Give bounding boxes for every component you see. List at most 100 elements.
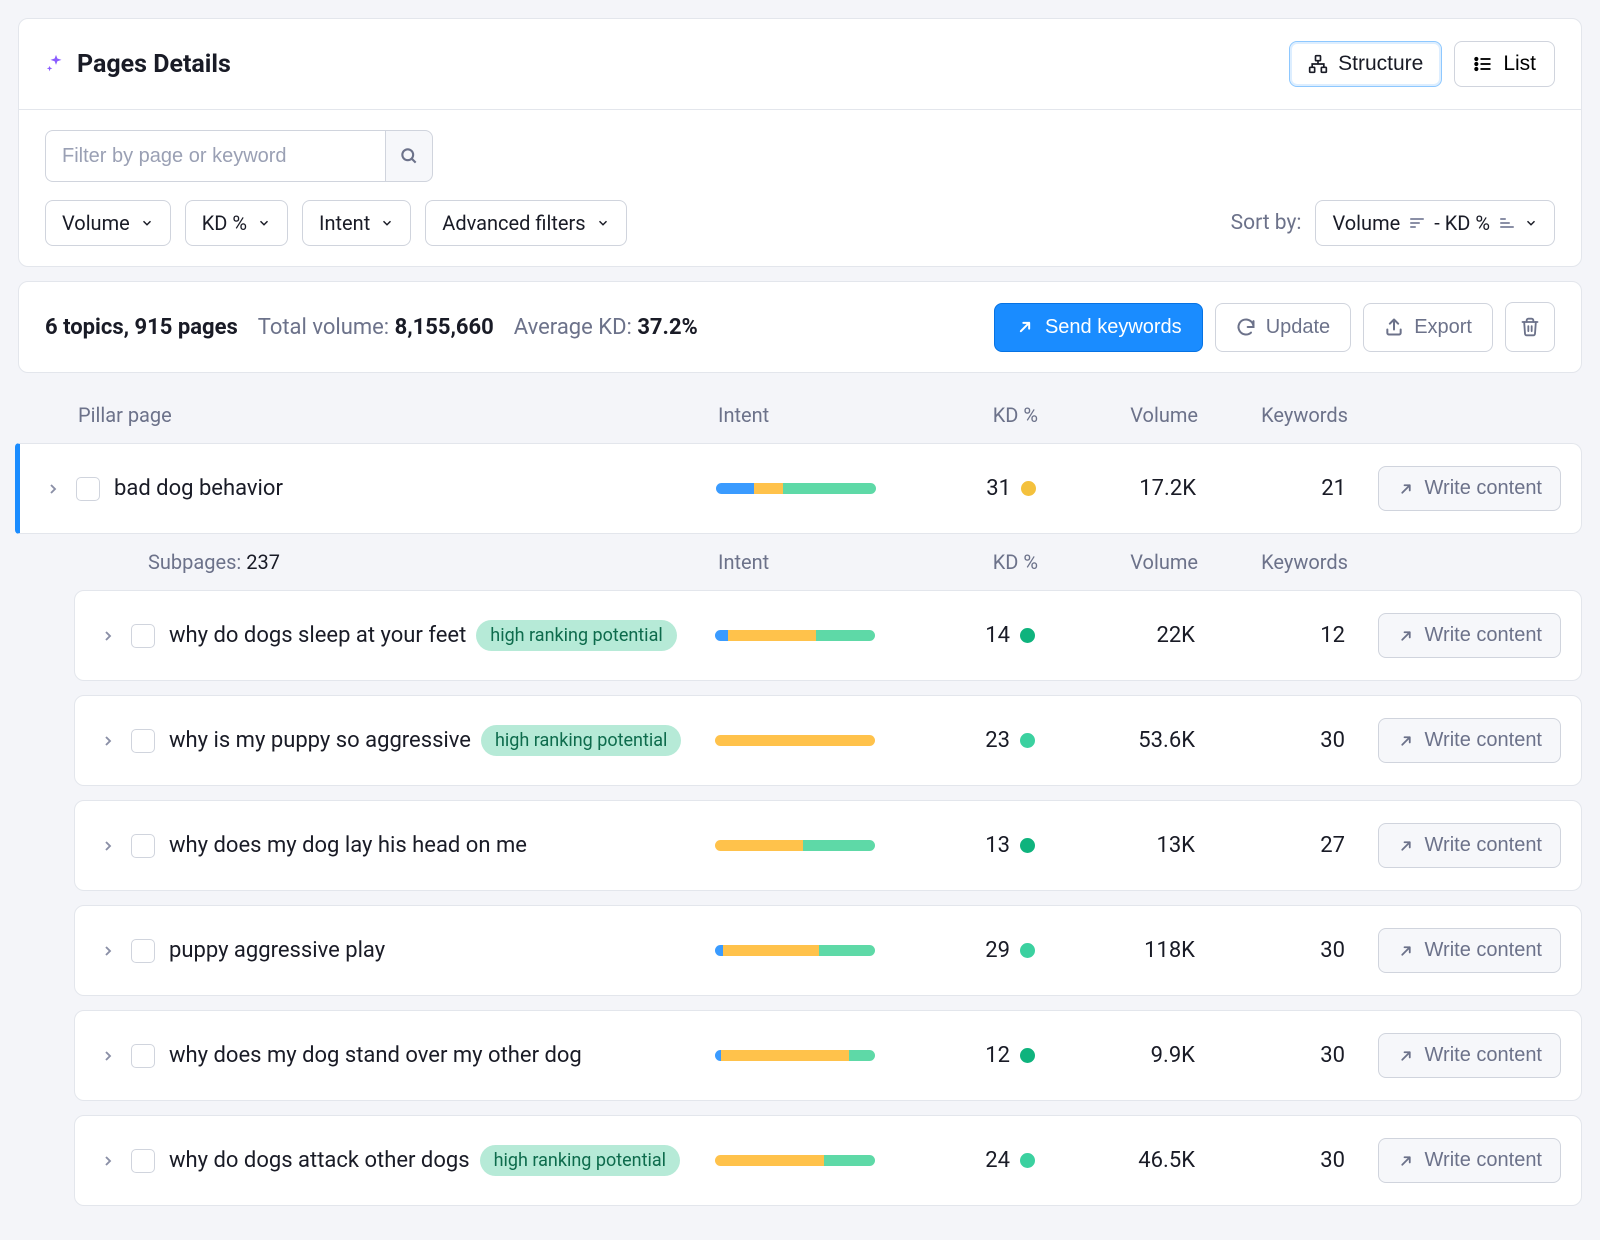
write-icon: [1397, 627, 1415, 645]
col-header-volume: Volume: [1038, 403, 1198, 427]
expand-toggle[interactable]: [95, 838, 121, 854]
kd-value: 29: [985, 938, 1010, 963]
subpage-name: puppy aggressive play: [169, 938, 385, 963]
kd-dot: [1020, 1048, 1035, 1063]
write-content-button[interactable]: Write content: [1378, 928, 1561, 973]
write-content-button[interactable]: Write content: [1378, 466, 1561, 511]
write-content-button[interactable]: Write content: [1378, 1138, 1561, 1183]
write-content-button[interactable]: Write content: [1378, 1033, 1561, 1078]
volume-value: 9.9K: [1035, 1043, 1195, 1068]
sort-asc-icon: [1500, 218, 1514, 228]
row-checkbox[interactable]: [76, 477, 100, 501]
filter-chip-intent[interactable]: Intent: [302, 200, 411, 246]
delete-button[interactable]: [1505, 302, 1555, 352]
subpage-row[interactable]: why do dogs attack other dogshigh rankin…: [74, 1115, 1582, 1206]
ranking-tag: high ranking potential: [476, 620, 676, 651]
col-header-page: Pillar page: [78, 403, 718, 427]
stats-summary: 6 topics, 915 pages Total volume: 8,155,…: [45, 315, 698, 340]
expand-toggle[interactable]: [95, 943, 121, 959]
row-checkbox[interactable]: [131, 834, 155, 858]
subpage-name: why is my puppy so aggressive: [169, 728, 471, 753]
col-header-kd: KD %: [918, 403, 1038, 427]
sub-col-keywords: Keywords: [1198, 550, 1348, 574]
send-keywords-button[interactable]: Send keywords: [994, 303, 1203, 352]
sort-dropdown[interactable]: Volume - KD %: [1315, 200, 1555, 246]
intent-bar: [715, 735, 875, 746]
write-icon: [1397, 732, 1415, 750]
write-content-button[interactable]: Write content: [1378, 613, 1561, 658]
chevron-down-icon: [1524, 216, 1538, 230]
intent-bar: [715, 630, 875, 641]
sub-col-kd: KD %: [918, 550, 1038, 574]
keywords-value: 30: [1195, 1148, 1345, 1173]
volume-value: 53.6K: [1035, 728, 1195, 753]
volume-value: 13K: [1035, 833, 1195, 858]
volume-value: 17.2K: [1036, 476, 1196, 501]
col-header-keywords: Keywords: [1198, 403, 1348, 427]
keywords-value: 21: [1196, 476, 1346, 501]
search-icon: [399, 146, 419, 166]
kd-value: 23: [985, 728, 1010, 753]
row-checkbox[interactable]: [131, 939, 155, 963]
kd-dot: [1020, 1153, 1035, 1168]
intent-bar: [715, 1155, 875, 1166]
expand-toggle[interactable]: [95, 1153, 121, 1169]
send-icon: [1015, 317, 1035, 337]
search-button[interactable]: [385, 130, 433, 182]
subpage-name: why does my dog lay his head on me: [169, 833, 527, 858]
kd-value: 14: [985, 623, 1010, 648]
chevron-down-icon: [380, 216, 394, 230]
write-content-button[interactable]: Write content: [1378, 718, 1561, 763]
write-icon: [1397, 837, 1415, 855]
row-checkbox[interactable]: [131, 624, 155, 648]
write-icon: [1397, 480, 1415, 498]
intent-bar: [716, 483, 876, 494]
kd-value: 24: [985, 1148, 1010, 1173]
filter-chip-advanced-filters[interactable]: Advanced filters: [425, 200, 626, 246]
filter-chip-volume[interactable]: Volume: [45, 200, 171, 246]
subpage-row[interactable]: puppy aggressive play29118K30Write conte…: [74, 905, 1582, 996]
kd-dot: [1021, 481, 1036, 496]
subpage-row[interactable]: why do dogs sleep at your feethigh ranki…: [74, 590, 1582, 681]
chevron-down-icon: [596, 216, 610, 230]
pillar-row[interactable]: bad dog behavior 31 17.2K 21 Write conte…: [15, 443, 1582, 534]
write-icon: [1397, 942, 1415, 960]
sub-col-intent: Intent: [718, 550, 918, 574]
col-header-intent: Intent: [718, 403, 918, 427]
kd-dot: [1020, 628, 1035, 643]
sparkle-icon: [45, 53, 67, 75]
row-checkbox[interactable]: [131, 1044, 155, 1068]
chevron-down-icon: [140, 216, 154, 230]
keywords-value: 30: [1195, 728, 1345, 753]
subpage-row[interactable]: why is my puppy so aggressivehigh rankin…: [74, 695, 1582, 786]
expand-toggle[interactable]: [95, 628, 121, 644]
filter-chip-kd-[interactable]: KD %: [185, 200, 288, 246]
subpage-row[interactable]: why does my dog lay his head on me1313K2…: [74, 800, 1582, 891]
expand-toggle[interactable]: [95, 733, 121, 749]
view-list-button[interactable]: List: [1454, 41, 1555, 87]
sub-col-volume: Volume: [1038, 550, 1198, 574]
kd-dot: [1020, 733, 1035, 748]
refresh-icon: [1236, 317, 1256, 337]
structure-icon: [1308, 54, 1328, 74]
sort-desc-icon: [1410, 218, 1424, 228]
search-input[interactable]: [45, 130, 385, 182]
row-checkbox[interactable]: [131, 1149, 155, 1173]
subpage-name: why does my dog stand over my other dog: [169, 1043, 582, 1068]
write-content-button[interactable]: Write content: [1378, 823, 1561, 868]
intent-bar: [715, 945, 875, 956]
kd-value: 12: [985, 1043, 1010, 1068]
expand-toggle[interactable]: [40, 481, 66, 497]
export-icon: [1384, 317, 1404, 337]
expand-toggle[interactable]: [95, 1048, 121, 1064]
view-structure-button[interactable]: Structure: [1289, 41, 1442, 87]
export-button[interactable]: Export: [1363, 303, 1493, 352]
update-button[interactable]: Update: [1215, 303, 1352, 352]
subpages-label: Subpages: 237: [148, 550, 718, 574]
kd-dot: [1020, 943, 1035, 958]
subpage-row[interactable]: why does my dog stand over my other dog 1…: [74, 1010, 1582, 1101]
row-checkbox[interactable]: [131, 729, 155, 753]
write-icon: [1397, 1047, 1415, 1065]
write-icon: [1397, 1152, 1415, 1170]
sort-label: Sort by:: [1231, 211, 1302, 235]
